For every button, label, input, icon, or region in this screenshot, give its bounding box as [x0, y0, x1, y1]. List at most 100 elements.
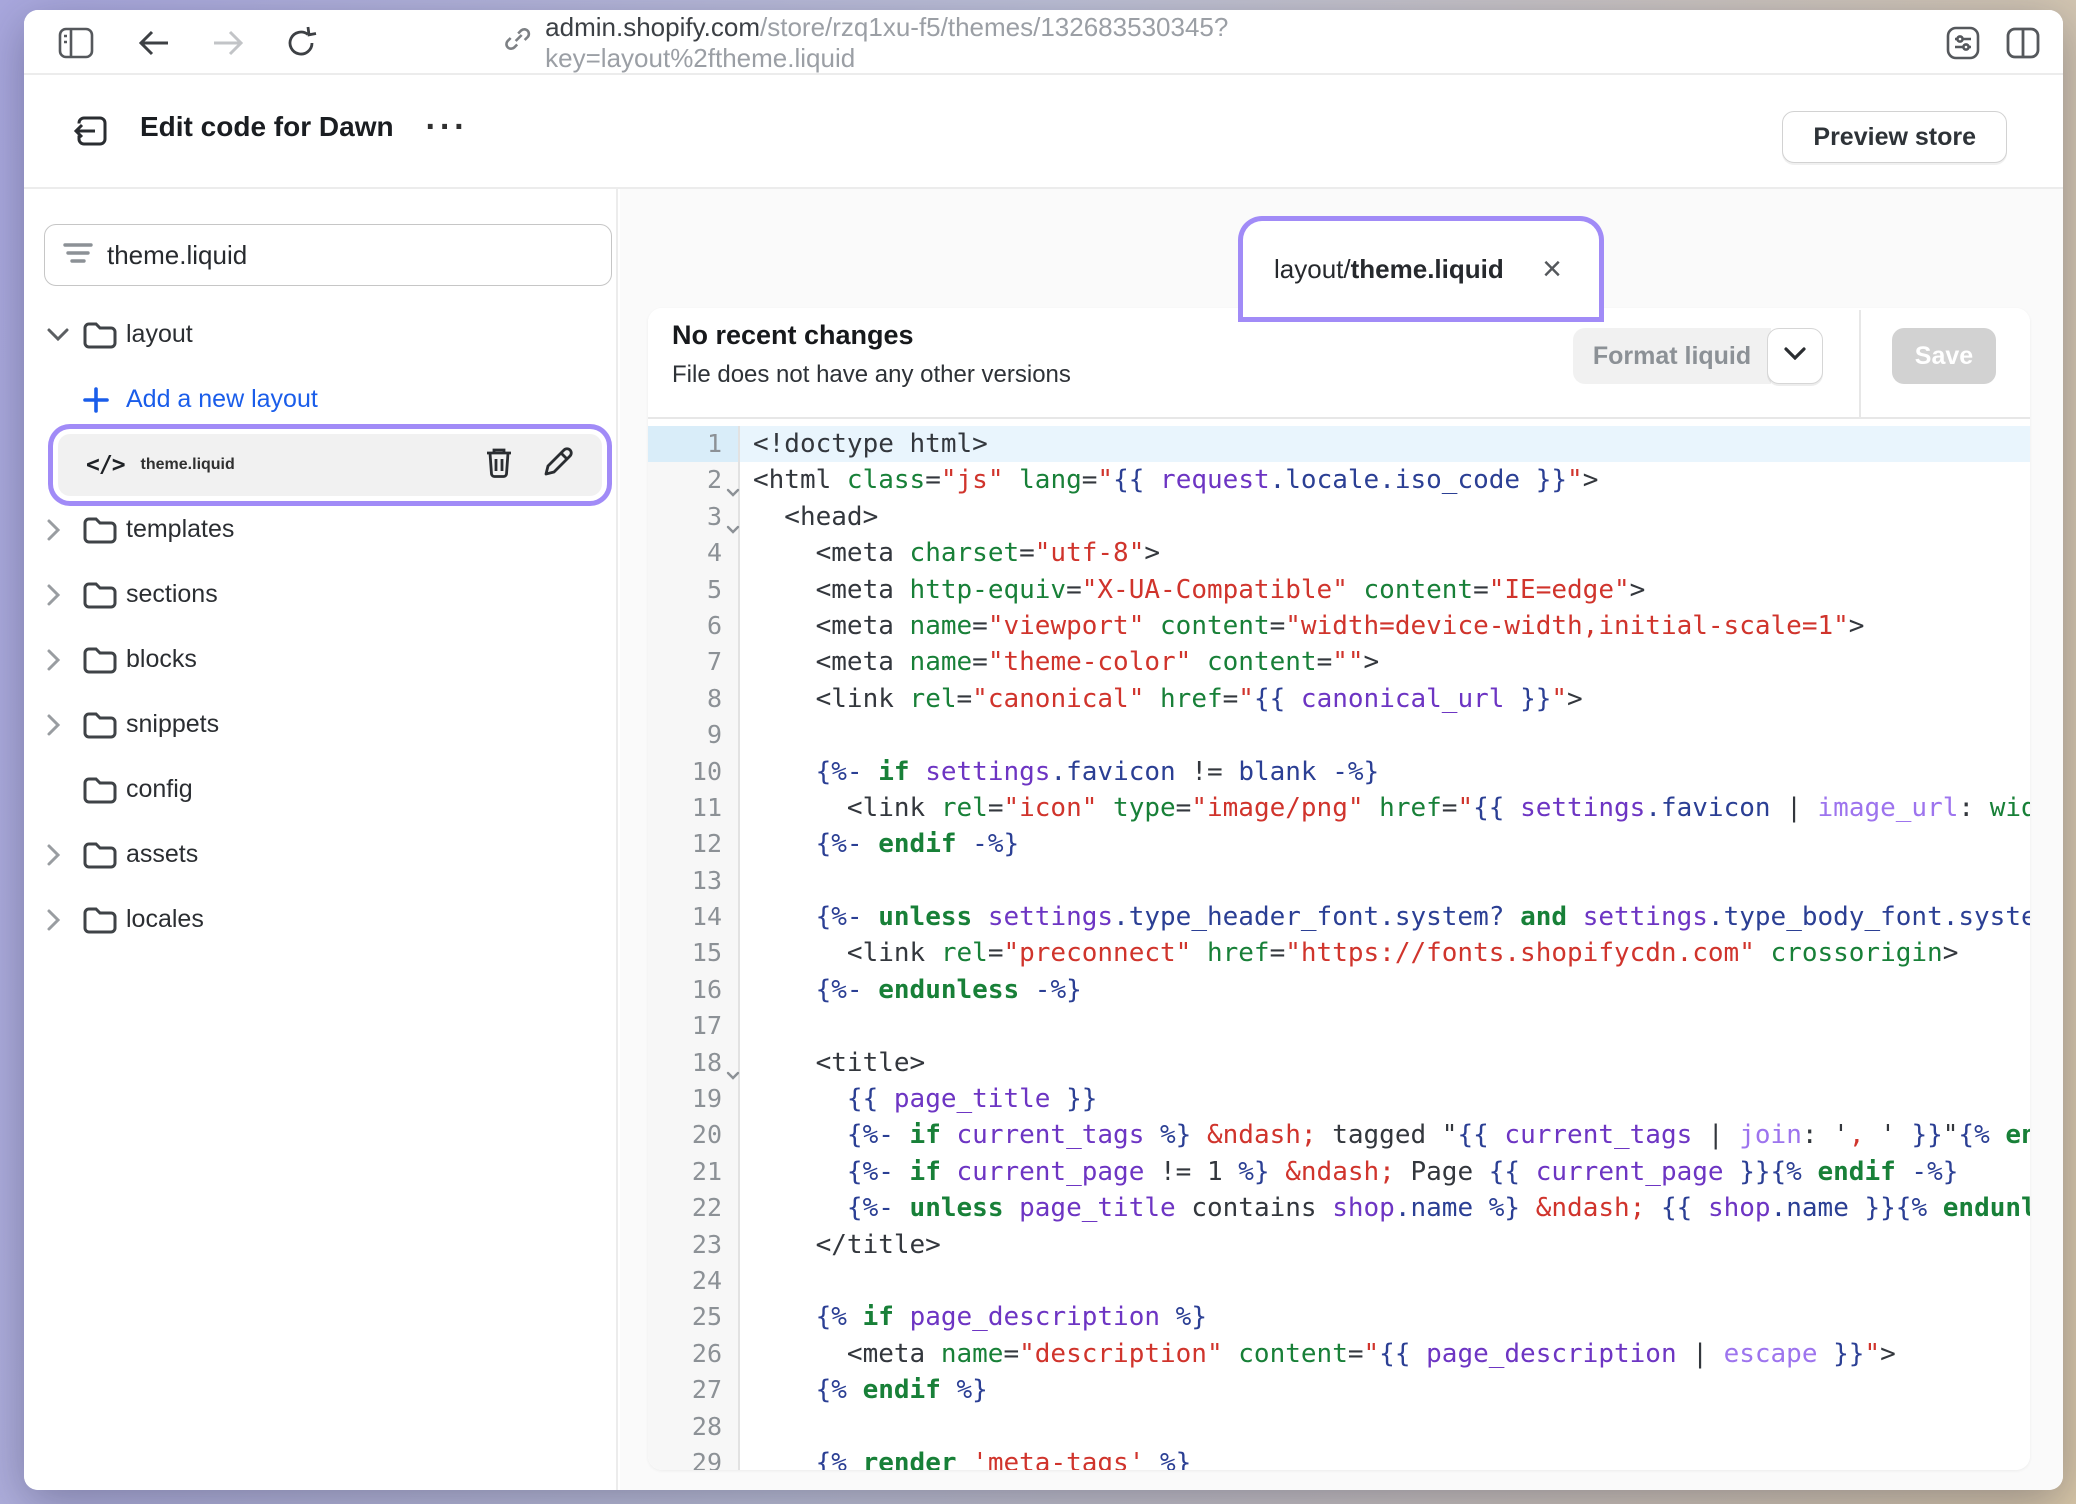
code-line[interactable]: 10 {%- if settings.favicon != blank -%}: [648, 754, 2030, 790]
line-number[interactable]: 5: [648, 572, 740, 608]
tree-item-blocks[interactable]: blocks: [24, 627, 616, 692]
line-number[interactable]: 12: [648, 826, 740, 862]
code-line[interactable]: 16 {%- endunless -%}: [648, 972, 2030, 1008]
code-line[interactable]: 19 {{ page_title }}: [648, 1081, 2030, 1117]
chevron-right-icon[interactable]: [46, 648, 82, 672]
code-line[interactable]: 13: [648, 863, 2030, 899]
line-number[interactable]: 1: [648, 426, 740, 462]
code-line[interactable]: 24: [648, 1263, 2030, 1299]
code-text: <title>: [740, 1045, 2030, 1081]
line-number[interactable]: 28: [648, 1409, 740, 1445]
folder-icon: [82, 840, 126, 870]
code-line[interactable]: 28: [648, 1409, 2030, 1445]
code-line[interactable]: 5 <meta http-equiv="X-UA-Compatible" con…: [648, 572, 2030, 608]
forward-icon[interactable]: [206, 21, 250, 65]
file-search[interactable]: [44, 224, 612, 286]
line-number[interactable]: 20: [648, 1117, 740, 1153]
code-line[interactable]: 17: [648, 1008, 2030, 1044]
line-number[interactable]: 9: [648, 717, 740, 753]
line-number[interactable]: 4: [648, 535, 740, 571]
chevron-right-icon[interactable]: [46, 713, 82, 737]
code-line[interactable]: 4 <meta charset="utf-8">: [648, 535, 2030, 571]
code-text: {%- if current_tags %} &ndash; tagged "{…: [740, 1117, 2030, 1153]
line-number[interactable]: 6: [648, 608, 740, 644]
line-number[interactable]: 2: [648, 462, 740, 498]
search-input[interactable]: [107, 240, 593, 271]
code-line[interactable]: 29 {% render 'meta-tags' %}: [648, 1445, 2030, 1470]
chevron-right-icon[interactable]: [46, 843, 82, 867]
line-number[interactable]: 21: [648, 1154, 740, 1190]
line-number[interactable]: 8: [648, 681, 740, 717]
close-tab-icon[interactable]: ×: [1536, 250, 1568, 288]
tree-item-config[interactable]: config: [24, 757, 616, 822]
back-icon[interactable]: [132, 21, 176, 65]
delete-file-icon[interactable]: [484, 446, 514, 483]
line-number[interactable]: 7: [648, 644, 740, 680]
code-line[interactable]: 12 {%- endif -%}: [648, 826, 2030, 862]
tree-item-assets[interactable]: assets: [24, 822, 616, 887]
code-editor[interactable]: 1<!doctype html>2<html class="js" lang="…: [648, 421, 2030, 1470]
format-liquid-button[interactable]: Format liquid: [1573, 328, 1771, 384]
chevron-right-icon[interactable]: [46, 908, 82, 932]
tree-item-snippets[interactable]: snippets: [24, 692, 616, 757]
code-line[interactable]: 25 {% if page_description %}: [648, 1299, 2030, 1335]
exit-editor-button[interactable]: [66, 105, 118, 157]
code-line[interactable]: 23 </title>: [648, 1227, 2030, 1263]
line-number[interactable]: 17: [648, 1008, 740, 1044]
chevron-right-icon[interactable]: [46, 583, 82, 607]
code-line[interactable]: 21 {%- if current_page != 1 %} &ndash; P…: [648, 1154, 2030, 1190]
code-line[interactable]: 20 {%- if current_tags %} &ndash; tagged…: [648, 1117, 2030, 1153]
code-line[interactable]: 6 <meta name="viewport" content="width=d…: [648, 608, 2030, 644]
line-number[interactable]: 10: [648, 754, 740, 790]
format-liquid-dropdown[interactable]: [1767, 328, 1823, 384]
line-number[interactable]: 25: [648, 1299, 740, 1335]
reload-icon[interactable]: [279, 21, 323, 65]
line-number[interactable]: 27: [648, 1372, 740, 1408]
code-text: <meta charset="utf-8">: [740, 535, 2030, 571]
tree-item-sections[interactable]: sections: [24, 562, 616, 627]
code-line[interactable]: 3 <head>: [648, 499, 2030, 535]
code-line[interactable]: 14 {%- unless settings.type_header_font.…: [648, 899, 2030, 935]
code-line[interactable]: 8 <link rel="canonical" href="{{ canonic…: [648, 681, 2030, 717]
split-view-icon[interactable]: [2001, 21, 2045, 65]
code-line[interactable]: 26 <meta name="description" content="{{ …: [648, 1336, 2030, 1372]
save-button[interactable]: Save: [1892, 328, 1996, 384]
code-line[interactable]: 9: [648, 717, 2030, 753]
line-number[interactable]: 14: [648, 899, 740, 935]
line-number[interactable]: 26: [648, 1336, 740, 1372]
line-number[interactable]: 29: [648, 1445, 740, 1470]
code-line[interactable]: 11 <link rel="icon" type="image/png" hre…: [648, 790, 2030, 826]
tab-theme-liquid[interactable]: layout/theme.liquid ×: [1248, 226, 1594, 312]
line-number[interactable]: 15: [648, 935, 740, 971]
code-line[interactable]: 15 <link rel="preconnect" href="https://…: [648, 935, 2030, 971]
code-line[interactable]: 18 <title>: [648, 1045, 2030, 1081]
code-lines: 1<!doctype html>2<html class="js" lang="…: [648, 426, 2030, 1470]
line-number[interactable]: 22: [648, 1190, 740, 1226]
more-actions-button[interactable]: ···: [419, 101, 475, 153]
code-line[interactable]: 1<!doctype html>: [648, 426, 2030, 462]
sidebar-toggle-icon[interactable]: [54, 21, 98, 65]
line-number[interactable]: 13: [648, 863, 740, 899]
line-number[interactable]: 16: [648, 972, 740, 1008]
code-line[interactable]: 22 {%- unless page_title contains shop.n…: [648, 1190, 2030, 1226]
line-number[interactable]: 11: [648, 790, 740, 826]
line-number[interactable]: 24: [648, 1263, 740, 1299]
chevron-right-icon[interactable]: [46, 518, 82, 542]
tree-item-add-layout[interactable]: Add a new layout: [24, 367, 616, 432]
line-number[interactable]: 23: [648, 1227, 740, 1263]
rename-file-icon[interactable]: [542, 446, 574, 483]
line-number[interactable]: 18: [648, 1045, 740, 1081]
code-line[interactable]: 7 <meta name="theme-color" content="">: [648, 644, 2030, 680]
tree-item-templates[interactable]: templates: [24, 497, 616, 562]
tree-item-locales[interactable]: locales: [24, 887, 616, 952]
preview-store-button[interactable]: Preview store: [1782, 111, 2007, 163]
tree-item-theme-liquid[interactable]: </>theme.liquid: [24, 432, 616, 497]
code-line[interactable]: 27 {% endif %}: [648, 1372, 2030, 1408]
code-line[interactable]: 2<html class="js" lang="{{ request.local…: [648, 462, 2030, 498]
tree-item-layout[interactable]: layout: [24, 302, 616, 367]
line-number[interactable]: 3: [648, 499, 740, 535]
page-settings-icon[interactable]: [1941, 21, 1985, 65]
chevron-down-icon[interactable]: [46, 327, 82, 342]
line-number[interactable]: 19: [648, 1081, 740, 1117]
url-bar[interactable]: admin.shopify.com/store/rzq1xu-f5/themes…: [503, 10, 1523, 75]
